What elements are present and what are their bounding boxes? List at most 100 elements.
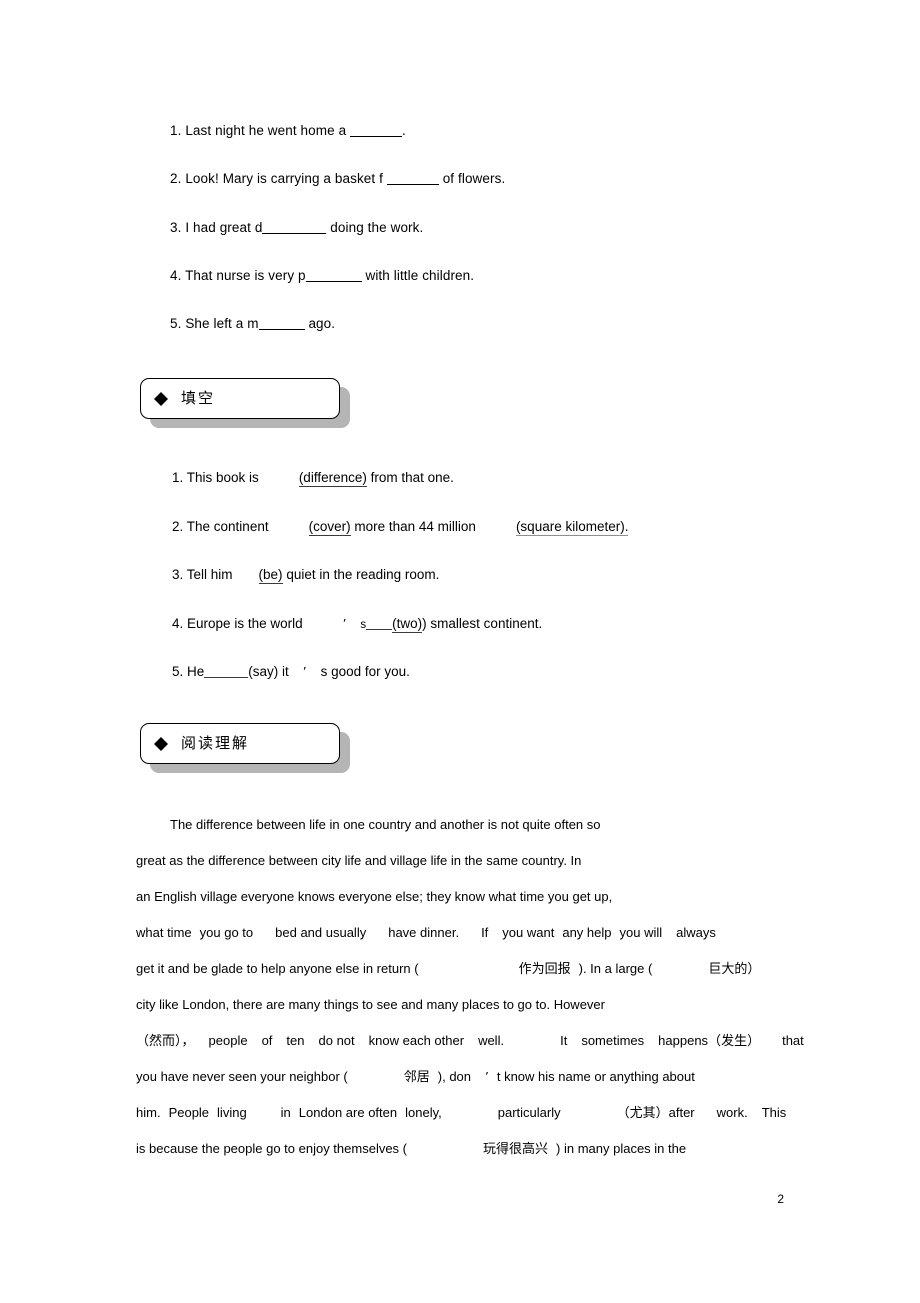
blank-exercise-4-text-a: Europe is the world xyxy=(187,616,303,631)
passage-text: an English village everyone knows everyo… xyxy=(136,889,613,904)
exercise-1-post-text: . xyxy=(402,123,406,138)
passage-line-6: city like London, there are many things … xyxy=(136,996,605,1013)
passage-line-3: an English village everyone knows everyo… xyxy=(136,888,612,905)
passage-text: you have never seen your neighbor ( xyxy=(136,1069,348,1084)
blank-exercise-item-4: 4. Europe is the world’ s (two)) smallest … xyxy=(172,615,542,634)
blank-exercise-item-3: 3. Tell him (be) quiet in the reading roo… xyxy=(172,566,439,584)
passage-text: is because the people go to enjoy themse… xyxy=(136,1141,408,1156)
blank-exercise-item-1: 1. This book is (difference) from that on… xyxy=(172,469,454,487)
passage-text: have dinner. xyxy=(388,925,460,940)
passage-text: ), don xyxy=(437,1069,472,1084)
passage-text: ， xyxy=(181,1034,195,1049)
exercise-1-number: 1. xyxy=(170,123,182,138)
passage-text: know each other xyxy=(368,1033,465,1048)
answer-blank[interactable] xyxy=(258,317,305,330)
blank-exercise-2-cue-b[interactable]: (square kilometer). xyxy=(515,519,629,536)
exercise-3-pre-text: I had great d xyxy=(185,220,263,235)
blank-exercise-1-cue[interactable]: (difference) xyxy=(298,470,367,487)
blank-exercise-5-text-a: He xyxy=(187,664,205,679)
passage-text: London are often xyxy=(298,1105,398,1120)
passage-text: It xyxy=(560,1033,568,1048)
blank-exercise-3-number: 3. xyxy=(172,567,184,582)
chinese-gloss: （尤其） xyxy=(616,1106,669,1121)
passage-line-7: （然而）， people of ten do not know each other wel… xyxy=(136,1032,804,1050)
worksheet-page: 1. Last night he went home a . 2. Look! … xyxy=(0,0,920,1303)
exercise-item-1: 1. Last night he went home a . xyxy=(170,122,406,140)
answer-blank[interactable] xyxy=(204,666,249,678)
passage-text: that xyxy=(782,1033,804,1048)
passage-text: what time xyxy=(136,925,192,940)
blank-exercise-1-text-b: from that one. xyxy=(370,470,454,485)
blank-exercise-3-text-b: quiet in the reading room. xyxy=(286,567,440,582)
exercise-3-post-text: doing the work. xyxy=(330,220,424,235)
answer-blank[interactable] xyxy=(386,172,439,185)
passage-text: do not xyxy=(318,1033,355,1048)
chinese-gloss: 作为回报 xyxy=(518,962,571,977)
passage-text: lonely, xyxy=(405,1105,442,1120)
passage-line-10: is because the people go to enjoy themse… xyxy=(136,1140,686,1158)
blank-exercise-3-text-a: Tell him xyxy=(186,567,233,582)
page-number: 2 xyxy=(777,1192,784,1206)
blank-exercise-2-text-a: The continent xyxy=(186,519,269,534)
exercise-5-number: 5. xyxy=(170,316,182,331)
exercise-1-pre-text: Last night he went home a xyxy=(185,123,347,138)
answer-blank[interactable] xyxy=(366,618,393,630)
passage-text: get it and be glade to help anyone else … xyxy=(136,961,419,976)
answer-blank[interactable] xyxy=(305,269,362,282)
blank-exercise-item-2: 2. The continent (cover) more than 44 mil… xyxy=(172,518,629,536)
blank-exercise-item-5: 5. He (say) it ’ s good for you. xyxy=(172,663,410,681)
passage-text: ） xyxy=(747,962,761,977)
blank-exercise-4-number: 4. xyxy=(172,616,184,631)
passage-text: any help xyxy=(562,925,612,940)
answer-blank[interactable] xyxy=(262,221,327,234)
chinese-gloss: 邻居 xyxy=(403,1070,430,1085)
blank-exercise-4-cue[interactable]: (two) xyxy=(392,616,423,633)
blank-exercise-4-text-b: ) smallest continent. xyxy=(422,616,543,631)
passage-text: t know his name or anything about xyxy=(496,1069,695,1084)
passage-line-9: him. People living in London are often lonely… xyxy=(136,1104,786,1122)
passage-text: in xyxy=(280,1105,291,1120)
section-title: 阅读理解 xyxy=(181,734,250,752)
passage-text: The difference between life in one count… xyxy=(170,817,601,832)
passage-text: bed and usually xyxy=(275,925,367,940)
blank-exercise-5-text-b: (say) it xyxy=(248,664,289,679)
exercise-item-2: 2. Look! Mary is carrying a basket f of … xyxy=(170,170,505,188)
passage-text: after xyxy=(668,1105,695,1120)
passage-text: of xyxy=(261,1033,273,1048)
passage-line-8: you have never seen your neighbor ( 邻居 ), … xyxy=(136,1068,695,1086)
blank-exercise-3-cue[interactable]: (be) xyxy=(258,567,283,584)
passage-text: ). In a large ( xyxy=(578,961,653,976)
exercise-4-post-text: with little children. xyxy=(365,268,475,283)
exercise-2-number: 2. xyxy=(170,171,182,186)
chinese-gloss: 发生 xyxy=(721,1034,748,1049)
apostrophe-glyph: ’ xyxy=(485,1070,489,1084)
passage-text: sometimes xyxy=(581,1033,645,1048)
answer-blank[interactable] xyxy=(350,124,403,137)
passage-line-1: The difference between life in one count… xyxy=(170,816,601,833)
blank-exercise-5-text-c: s good for you. xyxy=(320,664,410,679)
passage-text: you will xyxy=(619,925,663,940)
exercise-4-number: 4. xyxy=(170,268,182,283)
exercise-item-4: 4. That nurse is very p with little chil… xyxy=(170,267,474,285)
passage-text: ） xyxy=(747,1034,761,1049)
passage-line-4: what time you go to bed and usually have di… xyxy=(136,924,716,941)
section-header-reading-comprehension: 阅读理解 xyxy=(140,723,340,764)
passage-text: you want xyxy=(502,925,555,940)
passage-text: If xyxy=(481,925,489,940)
exercise-item-5: 5. She left a m ago. xyxy=(170,315,335,333)
blank-exercise-2-cue-a[interactable]: (cover) xyxy=(308,519,351,536)
exercise-4-pre-text: That nurse is very p xyxy=(185,268,306,283)
apostrophe-glyph: ’ xyxy=(342,617,347,631)
exercise-5-pre-text: She left a m xyxy=(185,316,259,331)
blank-exercise-5-number: 5. xyxy=(172,664,184,679)
passage-text: This xyxy=(761,1105,787,1120)
blank-exercise-1-number: 1. xyxy=(172,470,184,485)
blank-exercise-1-text-a: This book is xyxy=(186,470,259,485)
passage-text: People xyxy=(168,1105,210,1120)
passage-text: city like London, there are many things … xyxy=(136,997,605,1012)
diamond-bullet-icon xyxy=(154,385,168,406)
blank-exercise-2-number: 2. xyxy=(172,519,184,534)
passage-text: happens（ xyxy=(658,1033,722,1048)
exercise-5-post-text: ago. xyxy=(308,316,336,331)
passage-text: ten xyxy=(286,1033,305,1048)
